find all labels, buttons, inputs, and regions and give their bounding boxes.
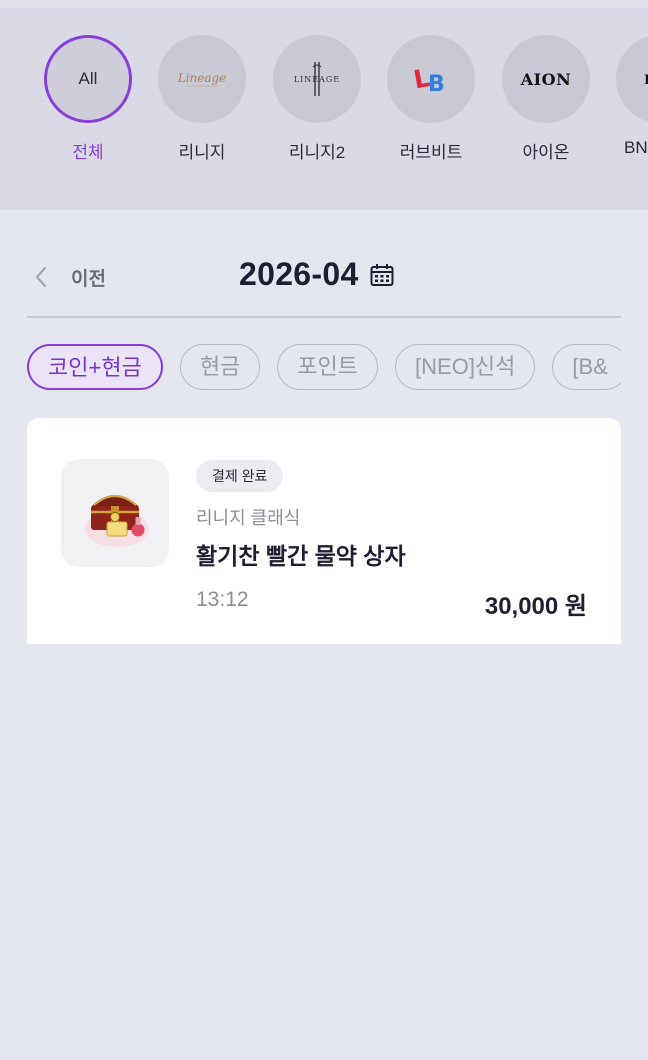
previous-button[interactable]: 이전 — [31, 262, 106, 292]
transaction-item-name: 활기찬 빨간 물약 상자 — [196, 543, 406, 569]
calendar-icon — [370, 263, 394, 286]
transaction-time: 13:12 — [196, 588, 249, 611]
month-selector[interactable]: 2026-04 — [239, 256, 395, 293]
svg-text:Lineage: Lineage — [177, 71, 227, 85]
game-label-lineage: 리니지 — [178, 143, 226, 162]
game-item-lineage2[interactable]: LINEAGE 리니지2 — [273, 35, 361, 163]
month-value: 2026-04 — [239, 256, 359, 292]
payment-type-filters: 코인+현금 현금 포인트 [NEO]신석 [B& — [27, 344, 621, 392]
aion-logo-icon: AION — [520, 70, 571, 89]
game-item-bns[interactable]: BNS BN — [616, 35, 648, 158]
filter-chip-b[interactable]: [B& — [552, 344, 621, 390]
svg-text:LINEAGE: LINEAGE — [294, 75, 340, 84]
transaction-card[interactable]: 결제 완료 리니지 클래식 활기찬 빨간 물약 상자 13:12 30,000 … — [27, 418, 621, 644]
game-label-lovebeat: 러브비트 — [399, 143, 463, 162]
game-filter-bar[interactable]: All 전체 Lineage 리니지 LINEAGE 리니지2 L B 러브비트… — [0, 8, 648, 210]
all-icon: All — [44, 35, 132, 123]
svg-text:AION: AION — [520, 70, 571, 89]
month-navigator: 이전 2026-04 — [27, 250, 621, 318]
chevron-left-icon — [35, 266, 47, 288]
game-item-aion[interactable]: AION 아이온 — [502, 35, 590, 163]
game-item-lineage[interactable]: Lineage 리니지 — [158, 35, 246, 163]
svg-text:BNS: BNS — [644, 73, 648, 88]
game-label-aion: 아이온 — [522, 143, 570, 162]
lineage2-logo-icon: LINEAGE — [294, 62, 340, 96]
lineage-logo-icon: Lineage — [177, 71, 227, 87]
transaction-amount: 30,000 원 — [484, 593, 587, 620]
filter-chip-neo-stone[interactable]: [NEO]신석 — [395, 344, 536, 390]
status-badge: 결제 완료 — [196, 460, 284, 492]
game-item-lovebeat[interactable]: L B 러브비트 — [387, 35, 475, 163]
item-thumbnail — [61, 459, 169, 567]
transaction-game-name: 리니지 클래식 — [196, 508, 301, 528]
svg-text:B: B — [428, 72, 445, 97]
game-label-all: 전체 — [72, 143, 104, 162]
filter-chip-cash[interactable]: 현금 — [179, 344, 261, 390]
bns-logo-icon: BNS — [644, 73, 648, 88]
filter-chip-coin-cash[interactable]: 코인+현금 — [27, 344, 163, 390]
lovebeat-logo-icon: L B — [411, 63, 445, 97]
game-label-lineage2: 리니지2 — [288, 143, 346, 162]
game-item-all[interactable]: All 전체 — [44, 35, 132, 163]
previous-label: 이전 — [71, 268, 106, 290]
treasure-chest-icon — [85, 494, 149, 547]
filter-chip-point[interactable]: 포인트 — [277, 344, 379, 390]
game-label-bns: BN — [624, 138, 648, 157]
top-strip — [0, 0, 648, 8]
